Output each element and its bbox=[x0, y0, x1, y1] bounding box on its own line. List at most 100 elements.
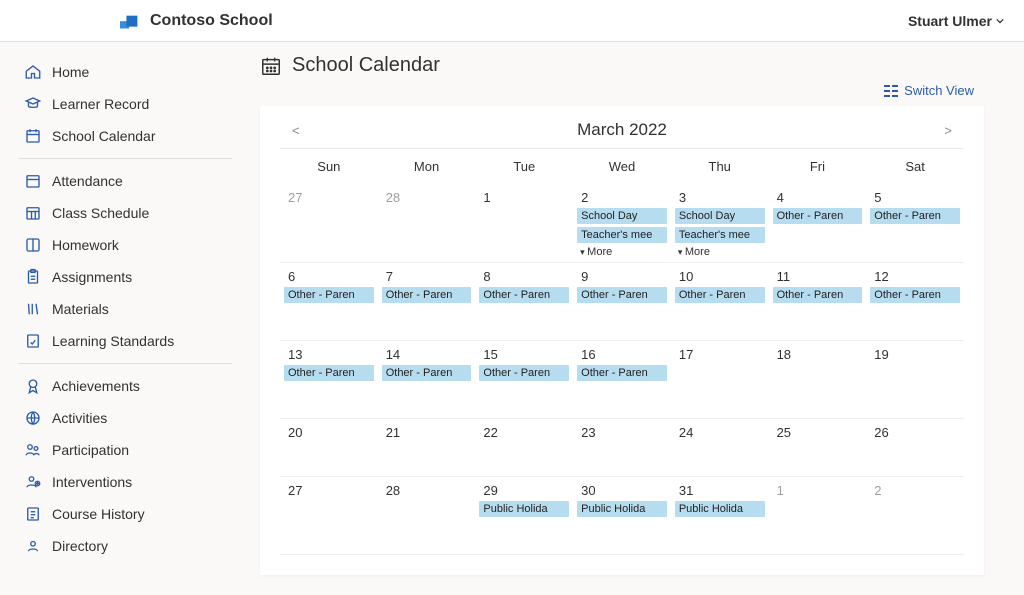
calendar-day-cell[interactable]: 16 Other - Paren bbox=[573, 341, 671, 418]
calendar-day-cell[interactable]: 27 bbox=[280, 477, 378, 554]
calendar-day-cell[interactable]: 4 Other - Paren bbox=[769, 184, 867, 262]
calendar-day-cell[interactable]: 10Other - Paren bbox=[671, 263, 769, 340]
calendar-day-cell[interactable]: 2 bbox=[866, 477, 964, 554]
calendar-event[interactable]: Public Holida bbox=[479, 501, 569, 517]
calendar-event[interactable]: Other - Paren bbox=[382, 365, 472, 381]
sidebar-item-interventions[interactable]: Interventions bbox=[18, 466, 232, 498]
calendar-body: 272812School DayTeacher's meeMore3School… bbox=[280, 184, 964, 555]
calendar-event[interactable]: Other - Paren bbox=[773, 287, 863, 303]
calendar-date-number: 27 bbox=[284, 190, 374, 205]
calendar-event[interactable]: Other - Paren bbox=[870, 287, 960, 303]
calendar-event[interactable]: School Day bbox=[675, 208, 765, 224]
sidebar-item-class-schedule[interactable]: Class Schedule bbox=[18, 197, 232, 229]
calendar-event[interactable]: Teacher's mee bbox=[675, 227, 765, 243]
calendar-day-cell[interactable]: 11Other - Paren bbox=[769, 263, 867, 340]
user-name: Stuart Ulmer bbox=[908, 13, 992, 29]
calendar-more-button[interactable]: More bbox=[577, 246, 667, 258]
calendar-day-cell[interactable]: 1 bbox=[475, 184, 573, 262]
calendar-day-cell[interactable]: 22 bbox=[475, 419, 573, 476]
switch-view-button[interactable]: Switch View bbox=[884, 83, 974, 98]
sidebar-item-school-calendar[interactable]: School Calendar bbox=[18, 120, 232, 152]
calendar-dow: Tue bbox=[475, 149, 573, 184]
learner-record-icon bbox=[24, 95, 42, 113]
calendar-day-cell[interactable]: 3School DayTeacher's meeMore bbox=[671, 184, 769, 262]
calendar-date-number: 9 bbox=[577, 269, 667, 284]
sidebar-item-attendance[interactable]: Attendance bbox=[18, 165, 232, 197]
calendar-event[interactable]: Other - Paren bbox=[479, 287, 569, 303]
sidebar-item-learning-standards[interactable]: Learning Standards bbox=[18, 325, 232, 357]
calendar-date-number: 16 bbox=[577, 347, 667, 362]
calendar-day-cell[interactable]: 6 Other - Paren bbox=[280, 263, 378, 340]
calendar-date-number: 27 bbox=[284, 483, 374, 498]
calendar-day-cell[interactable]: 20 bbox=[280, 419, 378, 476]
calendar-day-cell[interactable]: 8Other - Paren bbox=[475, 263, 573, 340]
calendar-day-cell[interactable]: 12Other - Paren bbox=[866, 263, 964, 340]
calendar-date-number: 21 bbox=[382, 425, 472, 440]
user-menu[interactable]: Stuart Ulmer bbox=[908, 13, 1004, 29]
calendar-day-cell[interactable]: 7Other - Paren bbox=[378, 263, 476, 340]
calendar-day-cell[interactable]: 30Public Holida bbox=[573, 477, 671, 554]
calendar-day-cell[interactable]: 31Public Holida bbox=[671, 477, 769, 554]
calendar-day-cell[interactable]: 21 bbox=[378, 419, 476, 476]
sidebar-item-participation[interactable]: Participation bbox=[18, 434, 232, 466]
calendar-date-number: 6 bbox=[284, 269, 374, 284]
calendar-date-number: 4 bbox=[773, 190, 863, 205]
calendar-day-cell[interactable]: 27 bbox=[280, 184, 378, 262]
calendar-event[interactable]: Public Holida bbox=[675, 501, 765, 517]
calendar-event[interactable]: Other - Paren bbox=[577, 365, 667, 381]
brand[interactable]: Contoso School bbox=[120, 12, 273, 30]
calendar-day-cell[interactable]: 23 bbox=[573, 419, 671, 476]
prev-month-button[interactable]: < bbox=[286, 123, 306, 138]
sidebar-item-label: Materials bbox=[52, 301, 109, 317]
sidebar-item-directory[interactable]: Directory bbox=[18, 530, 232, 562]
calendar-day-cell[interactable]: 13 Other - Paren bbox=[280, 341, 378, 418]
calendar-more-button[interactable]: More bbox=[675, 246, 765, 258]
sidebar-item-achievements[interactable]: Achievements bbox=[18, 370, 232, 402]
calendar-day-cell[interactable]: 17 bbox=[671, 341, 769, 418]
calendar-event[interactable]: Other - Paren bbox=[479, 365, 569, 381]
class-schedule-icon bbox=[24, 204, 42, 222]
calendar-event[interactable]: Other - Paren bbox=[284, 365, 374, 381]
calendar-icon bbox=[260, 55, 282, 77]
calendar-day-cell[interactable]: 9 Other - Paren bbox=[573, 263, 671, 340]
calendar-event[interactable]: Other - Paren bbox=[773, 208, 863, 224]
calendar-day-cell[interactable]: 5Other - Paren bbox=[866, 184, 964, 262]
materials-icon bbox=[24, 300, 42, 318]
sidebar-item-homework[interactable]: Homework bbox=[18, 229, 232, 261]
calendar-day-cell[interactable]: 29Public Holida bbox=[475, 477, 573, 554]
calendar-event[interactable]: Other - Paren bbox=[284, 287, 374, 303]
calendar-day-cell[interactable]: 24 bbox=[671, 419, 769, 476]
calendar-date-number: 17 bbox=[675, 347, 765, 362]
calendar-day-cell[interactable]: 19 bbox=[866, 341, 964, 418]
calendar-event[interactable]: Other - Paren bbox=[382, 287, 472, 303]
interventions-icon bbox=[24, 473, 42, 491]
calendar-card: < March 2022 > SunMonTueWedThuFriSat 272… bbox=[260, 106, 984, 575]
calendar-dow: Sun bbox=[280, 149, 378, 184]
calendar-dow-row: SunMonTueWedThuFriSat bbox=[280, 149, 964, 184]
sidebar-item-home[interactable]: Home bbox=[18, 56, 232, 88]
sidebar-item-activities[interactable]: Activities bbox=[18, 402, 232, 434]
calendar-day-cell[interactable]: 28 bbox=[378, 477, 476, 554]
calendar-day-cell[interactable]: 14Other - Paren bbox=[378, 341, 476, 418]
calendar-event[interactable]: Public Holida bbox=[577, 501, 667, 517]
next-month-button[interactable]: > bbox=[938, 123, 958, 138]
calendar-day-cell[interactable]: 2School DayTeacher's meeMore bbox=[573, 184, 671, 262]
sidebar-item-assignments[interactable]: Assignments bbox=[18, 261, 232, 293]
calendar-event[interactable]: Other - Paren bbox=[577, 287, 667, 303]
calendar-date-number: 13 bbox=[284, 347, 374, 362]
sidebar-item-materials[interactable]: Materials bbox=[18, 293, 232, 325]
calendar-event[interactable]: Other - Paren bbox=[870, 208, 960, 224]
calendar-day-cell[interactable]: 28 bbox=[378, 184, 476, 262]
calendar-day-cell[interactable]: 15Other - Paren bbox=[475, 341, 573, 418]
calendar-event[interactable]: Teacher's mee bbox=[577, 227, 667, 243]
calendar-day-cell[interactable]: 25 bbox=[769, 419, 867, 476]
calendar-day-cell[interactable]: 26 bbox=[866, 419, 964, 476]
calendar-day-cell[interactable]: 1 bbox=[769, 477, 867, 554]
calendar-event[interactable]: School Day bbox=[577, 208, 667, 224]
calendar-day-cell[interactable]: 18 bbox=[769, 341, 867, 418]
calendar-event[interactable]: Other - Paren bbox=[675, 287, 765, 303]
sidebar-item-course-history[interactable]: Course History bbox=[18, 498, 232, 530]
achievements-icon bbox=[24, 377, 42, 395]
sidebar-item-learner-record[interactable]: Learner Record bbox=[18, 88, 232, 120]
course-history-icon bbox=[24, 505, 42, 523]
